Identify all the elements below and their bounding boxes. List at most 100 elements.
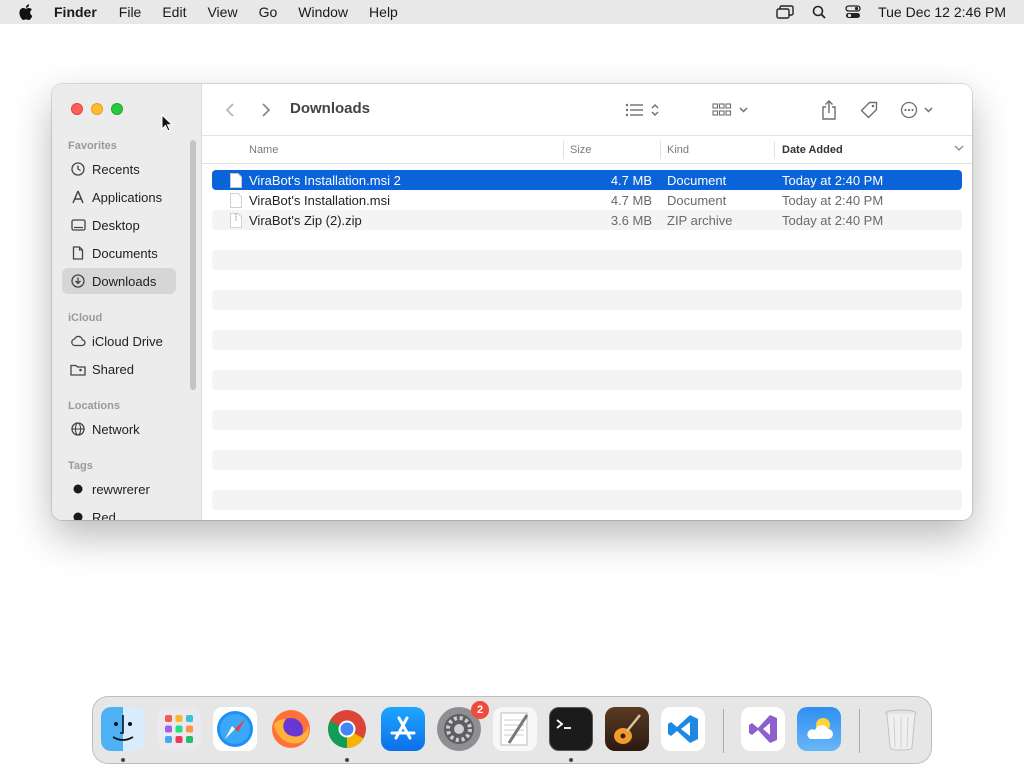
column-divider[interactable] xyxy=(774,141,775,159)
forward-button[interactable] xyxy=(256,98,276,122)
menu-help[interactable]: Help xyxy=(369,4,398,20)
sidebar-scrollbar[interactable] xyxy=(190,140,196,390)
file-row[interactable]: ViraBot's Zip (2).zip 3.6 MB ZIP archive… xyxy=(212,210,962,230)
empty-row xyxy=(212,470,962,490)
close-window-button[interactable] xyxy=(71,103,83,115)
menu-window[interactable]: Window xyxy=(298,4,348,20)
sidebar-item-label: Red xyxy=(92,509,116,521)
column-header-row: Name Size Kind Date Added xyxy=(202,136,972,164)
applications-icon xyxy=(70,189,86,205)
finder-window: Favorites Recents Applications Desktop D… xyxy=(52,84,972,520)
weather-dock-icon[interactable] xyxy=(797,707,841,751)
zip-file-icon xyxy=(230,213,242,228)
sidebar-item-recents[interactable]: Recents xyxy=(62,156,176,182)
back-button[interactable] xyxy=(220,98,240,122)
terminal-dock-icon[interactable] xyxy=(549,707,593,751)
file-size: 4.7 MB xyxy=(610,173,652,188)
empty-row xyxy=(212,250,962,270)
dock-separator xyxy=(723,709,724,753)
menubar-clock[interactable]: Tue Dec 12 2:46 PM xyxy=(878,4,1006,20)
empty-row xyxy=(212,230,962,250)
menu-edit[interactable]: Edit xyxy=(162,4,186,20)
empty-row xyxy=(212,410,962,430)
chrome-dock-icon[interactable] xyxy=(325,707,369,751)
clock-icon xyxy=(70,161,86,177)
minimize-window-button[interactable] xyxy=(91,103,103,115)
menu-view[interactable]: View xyxy=(207,4,237,20)
file-row[interactable]: ViraBot's Installation.msi 4.7 MB Docume… xyxy=(212,190,962,210)
zoom-window-button[interactable] xyxy=(111,103,123,115)
sidebar: Favorites Recents Applications Desktop D… xyxy=(52,84,202,520)
file-kind: Document xyxy=(667,193,727,208)
sidebar-item-label: Shared xyxy=(92,361,134,377)
file-kind: ZIP archive xyxy=(667,213,733,228)
sidebar-item-applications[interactable]: Applications xyxy=(62,184,176,210)
sidebar-tag-red[interactable]: Red xyxy=(62,504,176,520)
file-size: 3.6 MB xyxy=(610,213,652,228)
sidebar-item-label: Recents xyxy=(92,161,140,177)
column-header-date-added[interactable]: Date Added xyxy=(782,144,843,156)
file-row[interactable]: ViraBot's Installation.msi 2 4.7 MB Docu… xyxy=(212,170,962,190)
sidebar-header-locations: Locations xyxy=(68,400,120,412)
trash-dock-icon[interactable] xyxy=(879,707,923,751)
finder-dock-icon[interactable] xyxy=(101,707,145,751)
menu-file[interactable]: File xyxy=(119,4,142,20)
empty-row xyxy=(212,310,962,330)
sidebar-item-downloads[interactable]: Downloads xyxy=(62,268,176,294)
file-size: 4.7 MB xyxy=(610,193,652,208)
document-file-icon xyxy=(230,173,242,188)
empty-row xyxy=(212,450,962,470)
running-indicator xyxy=(569,758,573,762)
screen-mirroring-icon[interactable] xyxy=(768,0,802,24)
firefox-dock-icon[interactable] xyxy=(269,707,313,751)
column-header-size[interactable]: Size xyxy=(570,144,591,156)
desktop-icon xyxy=(70,217,86,233)
sidebar-item-label: Desktop xyxy=(92,217,140,233)
file-list: ViraBot's Installation.msi 2 4.7 MB Docu… xyxy=(212,170,962,510)
empty-row xyxy=(212,390,962,410)
control-center-icon[interactable] xyxy=(836,0,870,24)
globe-icon xyxy=(70,421,86,437)
dock-separator xyxy=(859,709,860,753)
app-store-dock-icon[interactable] xyxy=(381,707,425,751)
textedit-dock-icon[interactable] xyxy=(493,707,537,751)
menu-app-finder[interactable]: Finder xyxy=(54,4,97,20)
spotlight-search-icon[interactable] xyxy=(802,0,836,24)
running-indicator xyxy=(345,758,349,762)
column-divider[interactable] xyxy=(660,141,661,159)
column-header-name[interactable]: Name xyxy=(249,144,278,156)
sidebar-item-documents[interactable]: Documents xyxy=(62,240,176,266)
list-view-icon[interactable] xyxy=(622,98,662,122)
more-actions-icon[interactable] xyxy=(898,98,938,122)
system-settings-dock-icon[interactable]: 2 xyxy=(437,701,489,751)
file-kind: Document xyxy=(667,173,727,188)
file-name: ViraBot's Installation.msi 2 xyxy=(249,173,401,188)
safari-dock-icon[interactable] xyxy=(213,707,257,751)
sidebar-item-label: Network xyxy=(92,421,140,437)
download-icon xyxy=(70,273,86,289)
sidebar-item-shared[interactable]: Shared xyxy=(62,356,176,382)
menu-go[interactable]: Go xyxy=(259,4,278,20)
file-name: ViraBot's Zip (2).zip xyxy=(249,213,362,228)
empty-row xyxy=(212,290,962,310)
column-divider[interactable] xyxy=(563,141,564,159)
visual-studio-dock-icon[interactable] xyxy=(741,707,785,751)
sidebar-item-desktop[interactable]: Desktop xyxy=(62,212,176,238)
sidebar-tag-rewwrerer[interactable]: rewwrerer xyxy=(62,476,176,502)
vscode-dock-icon[interactable] xyxy=(661,707,705,751)
sidebar-item-label: iCloud Drive xyxy=(92,333,163,349)
mouse-pointer-icon xyxy=(161,113,174,137)
empty-row xyxy=(212,330,962,350)
sidebar-item-icloud-drive[interactable]: iCloud Drive xyxy=(62,328,176,354)
apple-menu-icon[interactable] xyxy=(0,3,54,21)
notification-badge: 2 xyxy=(471,701,489,719)
sidebar-item-network[interactable]: Network xyxy=(62,416,176,442)
group-grid-icon[interactable] xyxy=(710,98,752,122)
column-header-kind[interactable]: Kind xyxy=(667,144,689,156)
sort-chevron-icon[interactable] xyxy=(954,143,964,155)
launchpad-dock-icon[interactable] xyxy=(157,707,201,751)
garageband-dock-icon[interactable] xyxy=(605,707,649,751)
file-browser: Downloads Name Size Kind Date Added Vira… xyxy=(202,84,972,520)
share-icon[interactable] xyxy=(818,98,840,122)
tag-icon[interactable] xyxy=(858,98,880,122)
